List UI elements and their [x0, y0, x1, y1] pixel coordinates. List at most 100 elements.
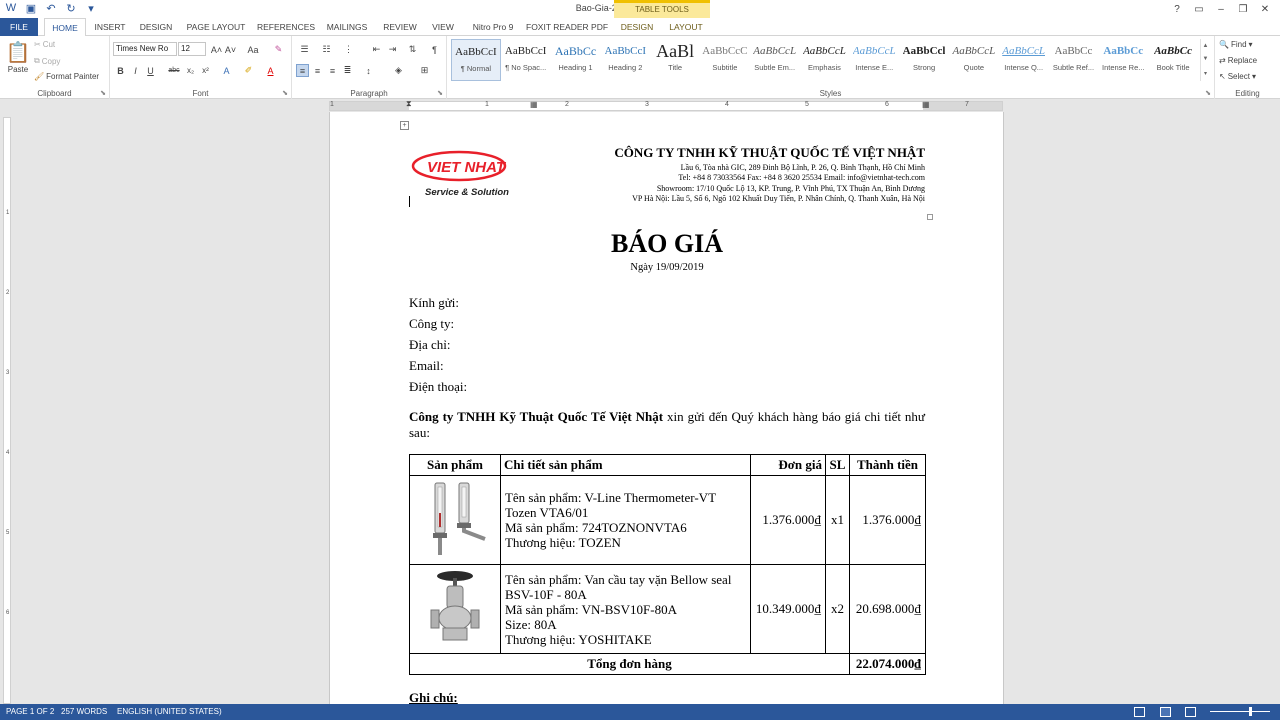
recipient-field: Kính gửi:	[409, 295, 460, 310]
print-layout-icon[interactable]	[1160, 707, 1171, 717]
style-subtle-reference[interactable]: AaBbCc Subtle Ref...	[1049, 39, 1099, 81]
close-icon[interactable]: ✕	[1254, 0, 1276, 18]
align-left-icon[interactable]: ≡	[296, 64, 309, 77]
help-button[interactable]: ?	[1166, 0, 1188, 18]
tab-references[interactable]: REFERENCES	[256, 18, 316, 36]
vertical-ruler-track[interactable]: 1 2 3 4 5 6	[3, 117, 11, 704]
read-mode-icon[interactable]	[1134, 707, 1145, 717]
image-resize-handle[interactable]	[927, 214, 933, 220]
table-column-marker[interactable]: ▦	[530, 100, 538, 109]
contextual-group-label: TABLE TOOLS	[614, 0, 710, 18]
style-book-title[interactable]: AaBbCc Book Title	[1148, 39, 1198, 81]
web-layout-icon[interactable]	[1185, 707, 1196, 717]
underline-button[interactable]: U	[144, 64, 157, 77]
copy-button[interactable]: ⧉ Copy	[34, 56, 60, 66]
align-center-icon[interactable]: ≡	[311, 64, 324, 77]
shading-icon[interactable]: ◈	[392, 64, 405, 77]
style-intense-reference[interactable]: AaBbCc Intense Re...	[1098, 39, 1148, 81]
tab-design[interactable]: DESIGN	[136, 18, 176, 36]
font-color-icon[interactable]: A	[264, 64, 277, 77]
sort-icon[interactable]: ⇅	[406, 43, 419, 56]
tab-home[interactable]: HOME	[44, 18, 86, 37]
tab-table-layout[interactable]: LAYOUT	[664, 18, 708, 36]
page-count[interactable]: PAGE 1 OF 2	[6, 707, 54, 716]
replace-button[interactable]: ⇄ Replace	[1219, 56, 1257, 65]
grow-font-icon[interactable]: A˄	[210, 43, 223, 56]
style-quote[interactable]: AaBbCcL Quote	[949, 39, 999, 81]
paragraph-group-label: Paragraph	[350, 89, 388, 98]
dialog-launcher-icon[interactable]: ⬊	[1205, 89, 1211, 97]
table-column-marker[interactable]: ▦	[922, 100, 930, 109]
indent-marker-icon[interactable]: ⧗	[406, 99, 412, 109]
dialog-launcher-icon[interactable]: ⬊	[100, 89, 106, 97]
ribbon-display-icon[interactable]: ▭	[1188, 0, 1210, 18]
select-button[interactable]: ↖ Select ▾	[1219, 72, 1256, 81]
justify-icon[interactable]: ≣	[341, 64, 354, 77]
style-title[interactable]: AaBl Title	[650, 39, 700, 81]
horizontal-ruler[interactable]: 1 1 2 3 4 5 6 7 ⧗ ▦ ▦	[0, 99, 1280, 112]
multilevel-list-icon[interactable]: ⋮	[342, 43, 355, 56]
dialog-launcher-icon[interactable]: ⬊	[437, 89, 443, 97]
font-name-input[interactable]: Times New Ro	[113, 42, 177, 56]
strikethrough-button[interactable]: abc	[166, 64, 182, 77]
style-emphasis[interactable]: AaBbCcL Emphasis	[800, 39, 850, 81]
text-effects-icon[interactable]: A	[220, 64, 233, 77]
change-case-button[interactable]: Aa	[244, 43, 262, 56]
style-subtle-emphasis[interactable]: AaBbCcL Subtle Em...	[750, 39, 800, 81]
dialog-launcher-icon[interactable]: ⬊	[282, 89, 288, 97]
word-count[interactable]: 257 WORDS	[61, 707, 107, 716]
shrink-font-icon[interactable]: A˅	[224, 43, 237, 56]
scroll-down-icon[interactable]: ▼	[1203, 56, 1209, 62]
style-intense-quote[interactable]: AaBbCcL Intense Q...	[999, 39, 1049, 81]
font-size-input[interactable]: 12	[178, 42, 206, 56]
tab-page-layout[interactable]: PAGE LAYOUT	[182, 18, 250, 36]
increase-indent-icon[interactable]: ⇥	[386, 43, 399, 56]
tab-review[interactable]: REVIEW	[378, 18, 422, 36]
bold-button[interactable]: B	[114, 64, 127, 77]
tab-table-design[interactable]: DESIGN	[616, 18, 658, 36]
style-normal[interactable]: AaBbCcI ¶ Normal	[451, 39, 501, 81]
bullets-icon[interactable]: ☰	[298, 43, 311, 56]
ruler-track[interactable]: 1 1 2 3 4 5 6 7 ⧗ ▦ ▦	[329, 99, 1003, 111]
superscript-button[interactable]: x²	[199, 64, 212, 77]
line-spacing-icon[interactable]: ↕	[362, 64, 375, 77]
paste-button[interactable]: 📋 Paste	[6, 40, 31, 74]
zoom-slider[interactable]	[1210, 711, 1270, 712]
scroll-up-icon[interactable]: ▲	[1203, 43, 1209, 49]
show-formatting-icon[interactable]: ¶	[428, 43, 441, 56]
phone-field: Điện thoại:	[409, 379, 468, 394]
tab-foxit-reader-pdf[interactable]: FOXIT READER PDF	[526, 18, 608, 36]
align-right-icon[interactable]: ≡	[326, 64, 339, 77]
tab-mailings[interactable]: MAILINGS	[322, 18, 372, 36]
header-amount: Thành tiền	[848, 454, 927, 476]
more-styles-icon[interactable]: ▾	[1204, 70, 1207, 77]
cut-button[interactable]: ✂ Cut	[34, 40, 55, 49]
ruler-number: 4	[6, 450, 10, 456]
borders-icon[interactable]: ⊞	[418, 64, 431, 77]
minimize-icon[interactable]: –	[1210, 0, 1232, 18]
tab-file[interactable]: FILE	[0, 18, 38, 36]
language-indicator[interactable]: ENGLISH (UNITED STATES)	[117, 707, 222, 716]
document-page[interactable]: + VIET NHAT Service & Solution CÔNG TY T…	[329, 112, 1004, 704]
style-strong[interactable]: AaBbCcl Strong	[899, 39, 949, 81]
tab-nitro-pro[interactable]: Nitro Pro 9	[466, 18, 520, 36]
vertical-ruler[interactable]: 1 2 3 4 5 6	[0, 112, 13, 704]
find-button[interactable]: 🔍 Find ▾	[1219, 40, 1253, 49]
style-subtitle[interactable]: AaBbCcC Subtitle	[700, 39, 750, 81]
format-painter-button[interactable]: 🖌 Format Painter	[34, 72, 99, 81]
style-heading-1[interactable]: AaBbCc Heading 1	[551, 39, 601, 81]
clear-formatting-icon[interactable]: ✎	[272, 43, 285, 56]
table-move-handle-icon[interactable]: +	[400, 121, 409, 130]
highlight-icon[interactable]: ✐	[242, 64, 255, 77]
style-no-spacing[interactable]: AaBbCcI ¶ No Spac...	[501, 39, 551, 81]
tab-view[interactable]: VIEW	[428, 18, 458, 36]
numbering-icon[interactable]: ☷	[320, 43, 333, 56]
style-heading-2[interactable]: AaBbCcI Heading 2	[600, 39, 650, 81]
style-intense-emphasis[interactable]: AaBbCcL Intense E...	[849, 39, 899, 81]
tab-insert[interactable]: INSERT	[90, 18, 130, 36]
decrease-indent-icon[interactable]: ⇤	[370, 43, 383, 56]
subscript-button[interactable]: x₂	[184, 64, 197, 77]
zoom-slider-thumb[interactable]	[1249, 707, 1252, 716]
restore-icon[interactable]: ❐	[1232, 0, 1254, 18]
italic-button[interactable]: I	[129, 64, 142, 77]
